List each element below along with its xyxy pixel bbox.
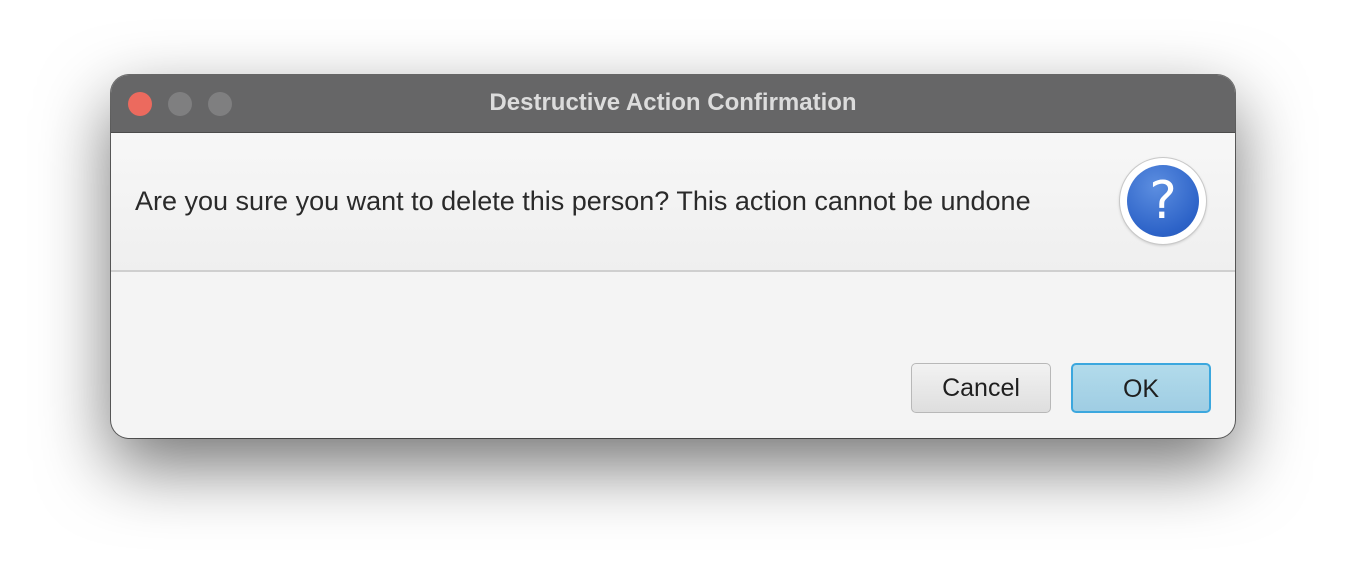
question-icon-glyph: ?	[1127, 165, 1199, 237]
dialog-message: Are you sure you want to delete this per…	[135, 186, 1031, 216]
title-bar[interactable]: Destructive Action Confirmation	[111, 75, 1235, 133]
window-title: Destructive Action Confirmation	[489, 89, 857, 116]
cancel-button[interactable]: Cancel	[911, 363, 1051, 413]
question-icon: ?	[1120, 158, 1206, 244]
confirmation-dialog: Destructive Action Confirmation Are you …	[111, 75, 1235, 438]
ok-button[interactable]: OK	[1071, 363, 1211, 413]
desktop-background: Destructive Action Confirmation Are you …	[0, 0, 1346, 586]
dialog-header: Are you sure you want to delete this per…	[111, 133, 1235, 272]
